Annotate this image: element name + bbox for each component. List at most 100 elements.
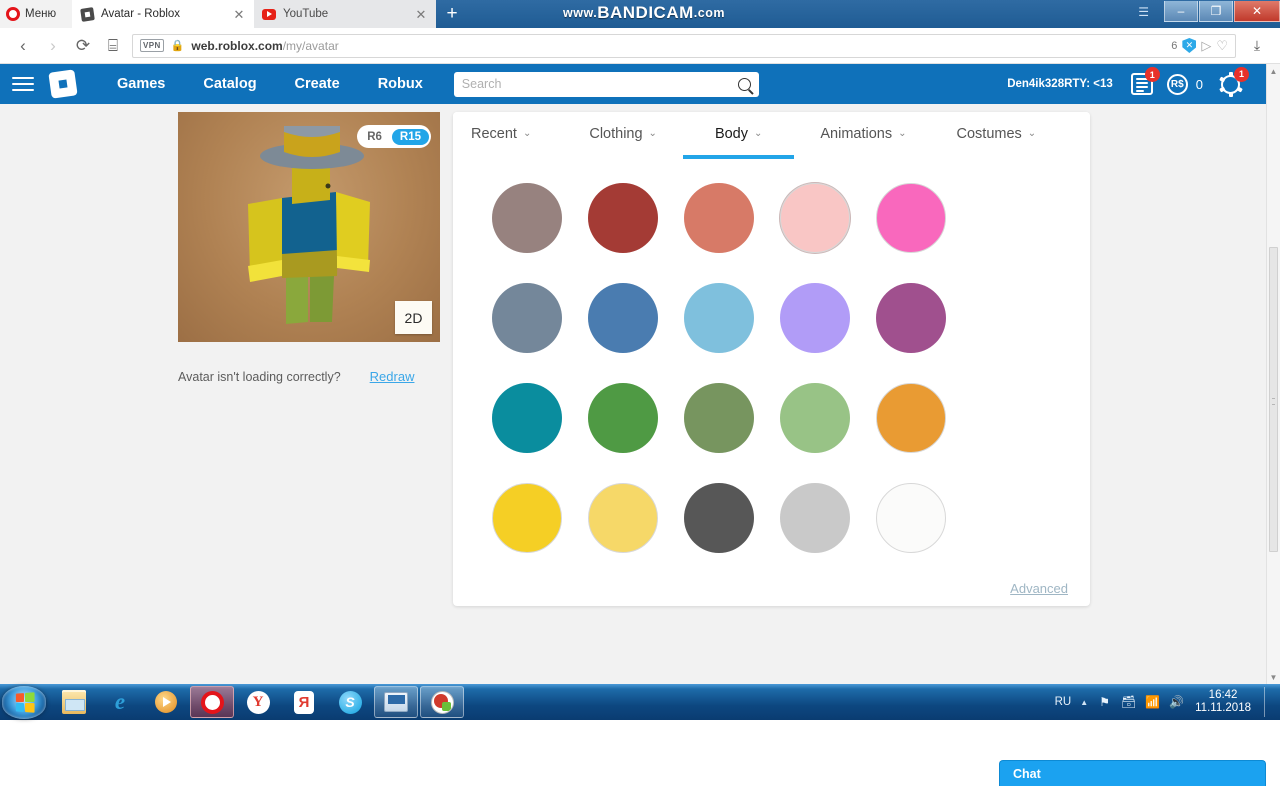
tab-clothing[interactable]: Clothing ⌄ xyxy=(589,112,657,156)
reload-button[interactable]: ⟳ xyxy=(68,31,98,61)
scroll-down-arrow-icon[interactable]: ▼ xyxy=(1267,670,1280,684)
taskbar-remote-desktop-button[interactable] xyxy=(374,686,418,718)
page-scrollbar[interactable]: ▲ ▼ xyxy=(1266,64,1280,684)
color-swatch[interactable] xyxy=(588,283,658,353)
show-hidden-icons-icon[interactable]: ▲ xyxy=(1080,698,1088,707)
search-box[interactable] xyxy=(453,71,759,97)
action-center-flag-icon[interactable]: ⚑ xyxy=(1097,695,1112,710)
color-swatch[interactable] xyxy=(876,183,946,253)
downloads-icon[interactable]: ⤓ xyxy=(1242,31,1272,61)
start-button[interactable] xyxy=(2,685,46,719)
chat-bar[interactable]: Chat xyxy=(999,760,1266,786)
taskbar-media-player-button[interactable] xyxy=(144,686,188,718)
chevron-down-icon: ⌄ xyxy=(648,128,657,139)
tab-title: YouTube xyxy=(283,8,329,20)
window-menu-icon[interactable]: ☰ xyxy=(1138,5,1149,19)
swatch-cell xyxy=(575,368,671,468)
adblock-shield-icon[interactable]: ✕ xyxy=(1182,38,1197,53)
swatch-cell xyxy=(575,268,671,368)
color-swatch[interactable] xyxy=(876,483,946,553)
clock[interactable]: 16:42 11.11.2018 xyxy=(1193,689,1251,715)
close-icon[interactable]: ✕ xyxy=(232,8,246,21)
hamburger-menu-icon[interactable] xyxy=(12,73,34,95)
nav-item-robux[interactable]: Robux xyxy=(359,76,442,92)
avatar-editor-page: R6 R15 2D Avatar isn't loading correctly… xyxy=(0,104,1268,786)
color-swatch[interactable] xyxy=(684,483,754,553)
avatar-thumbnail[interactable]: R6 R15 2D xyxy=(178,112,440,342)
settings-badge: 1 xyxy=(1234,66,1249,82)
search-input[interactable] xyxy=(461,77,738,91)
search-icon[interactable] xyxy=(737,77,751,91)
color-swatch[interactable] xyxy=(492,383,562,453)
nav-item-catalog[interactable]: Catalog xyxy=(184,76,275,92)
scrollbar-thumb[interactable] xyxy=(1269,247,1278,552)
tab-youtube[interactable]: YouTube ✕ xyxy=(254,0,436,28)
taskbar-skype-button[interactable]: S xyxy=(328,686,372,718)
taskbar-opera-button[interactable] xyxy=(190,686,234,718)
color-swatch[interactable] xyxy=(876,283,946,353)
rig-option-r6[interactable]: R6 xyxy=(359,129,390,145)
rig-type-toggle[interactable]: R6 R15 xyxy=(357,125,431,148)
nav-item-games[interactable]: Games xyxy=(98,76,184,92)
network-signal-icon[interactable]: 📶 xyxy=(1145,695,1160,710)
nav-item-create[interactable]: Create xyxy=(276,76,359,92)
taskbar-bandicam-button[interactable] xyxy=(420,686,464,718)
tab-animations[interactable]: Animations ⌄ xyxy=(820,112,906,156)
color-swatch[interactable] xyxy=(588,183,658,253)
settings-button[interactable]: 1 xyxy=(1218,66,1249,97)
show-desktop-button[interactable] xyxy=(1264,687,1274,717)
opera-menu-button[interactable]: Меню xyxy=(0,0,72,28)
back-button[interactable]: ‹ xyxy=(8,31,38,61)
color-swatch[interactable] xyxy=(684,383,754,453)
browser-navbar: ‹ › ⟳ ⌸ VPN 🔒 web.roblox.com/my/avatar 6… xyxy=(0,28,1280,64)
color-swatch[interactable] xyxy=(876,383,946,453)
rig-option-r15[interactable]: R15 xyxy=(391,128,429,145)
color-swatch[interactable] xyxy=(588,383,658,453)
vpn-badge[interactable]: VPN xyxy=(140,39,164,52)
tab-costumes[interactable]: Costumes ⌄ xyxy=(957,112,1037,156)
forward-button[interactable]: › xyxy=(38,31,68,61)
restore-button[interactable]: ❐ xyxy=(1199,1,1233,22)
color-swatch[interactable] xyxy=(492,183,562,253)
tab-body[interactable]: Body ⌄ xyxy=(682,112,795,159)
new-tab-button[interactable]: + xyxy=(436,0,468,28)
tab-recent[interactable]: Recent ⌄ xyxy=(471,112,531,156)
taskbar-yandex-button[interactable]: Я xyxy=(282,686,326,718)
color-swatch[interactable] xyxy=(780,383,850,453)
close-button[interactable]: ✕ xyxy=(1234,1,1280,22)
share-icon[interactable]: ▷ xyxy=(1201,38,1211,54)
color-swatch[interactable] xyxy=(780,483,850,553)
remote-desktop-icon xyxy=(384,692,408,712)
advanced-link[interactable]: Advanced xyxy=(1010,581,1068,596)
color-swatch[interactable] xyxy=(684,183,754,253)
view-toggle-2d-button[interactable]: 2D xyxy=(395,301,432,334)
speed-dial-button[interactable]: ⌸ xyxy=(98,31,128,61)
language-indicator[interactable]: RU xyxy=(1055,696,1072,708)
color-swatch[interactable] xyxy=(780,283,850,353)
taskbar-explorer-button[interactable] xyxy=(52,686,96,718)
close-icon[interactable]: ✕ xyxy=(414,8,428,21)
swatch-cell xyxy=(671,268,767,368)
volume-icon[interactable]: 🔊 xyxy=(1169,695,1184,710)
removable-media-icon[interactable]: 🗃 xyxy=(1121,695,1136,710)
minimize-button[interactable]: – xyxy=(1164,1,1198,22)
taskbar-yandex-browser-button[interactable]: Y xyxy=(236,686,280,718)
heart-icon[interactable]: ♡ xyxy=(1216,38,1228,54)
color-swatch[interactable] xyxy=(492,483,562,553)
username-label[interactable]: Den4ik328RTY: <13 xyxy=(1007,78,1113,90)
address-bar[interactable]: VPN 🔒 web.roblox.com/my/avatar 6 ✕ ▷ ♡ xyxy=(132,33,1236,58)
color-swatch[interactable] xyxy=(780,183,850,253)
chevron-down-icon: ⌄ xyxy=(754,128,763,139)
scroll-up-arrow-icon[interactable]: ▲ xyxy=(1267,64,1280,78)
yandex-icon: Я xyxy=(294,690,314,714)
robux-icon[interactable]: R$ xyxy=(1166,73,1188,95)
roblox-logo-icon[interactable] xyxy=(48,69,78,99)
color-swatch[interactable] xyxy=(684,283,754,353)
color-swatch[interactable] xyxy=(492,283,562,353)
primary-nav: Games Catalog Create Robux xyxy=(98,76,442,92)
color-swatch[interactable] xyxy=(588,483,658,553)
tab-avatar-roblox[interactable]: Avatar - Roblox ✕ xyxy=(72,0,254,28)
messages-button[interactable]: 1 xyxy=(1130,67,1160,95)
taskbar-internet-explorer-button[interactable]: e xyxy=(98,686,142,718)
redraw-link[interactable]: Redraw xyxy=(370,369,415,384)
